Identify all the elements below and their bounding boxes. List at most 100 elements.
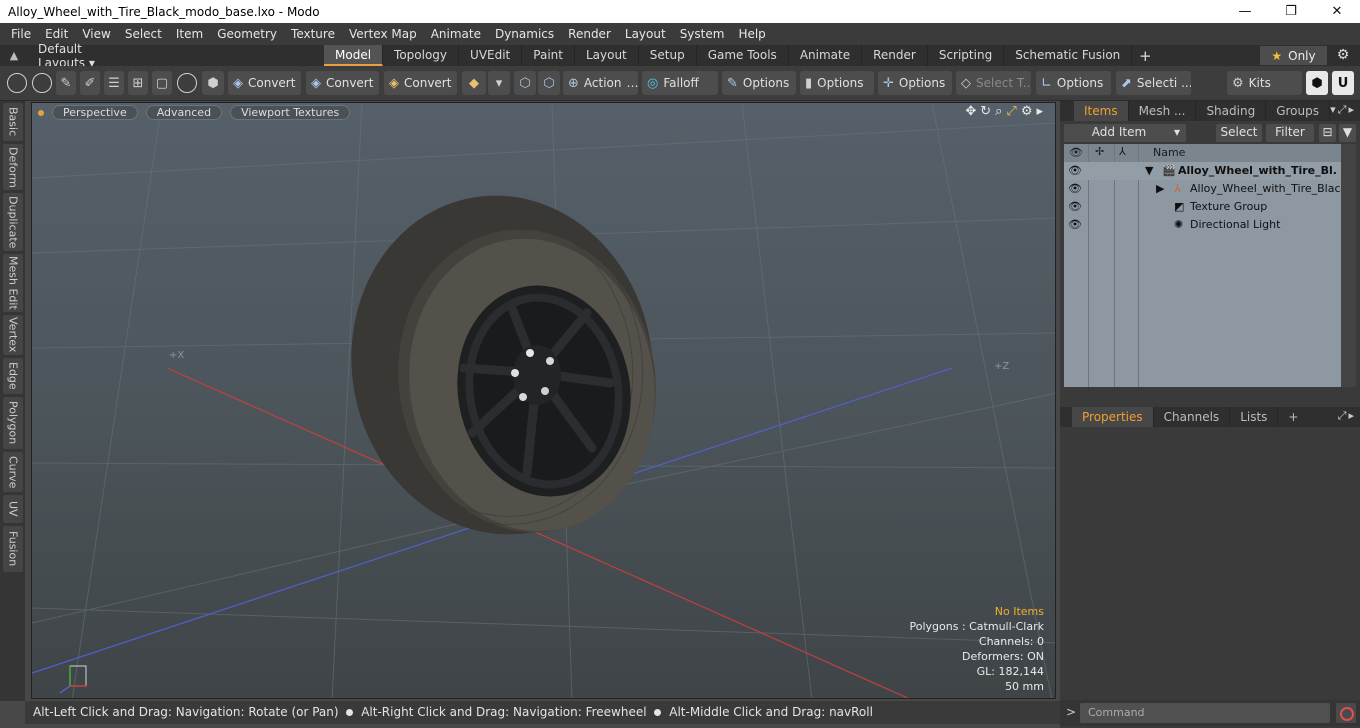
convert-button-2[interactable]: ◈ Convert bbox=[306, 71, 379, 95]
perspective-dropdown[interactable]: Perspective bbox=[52, 105, 138, 120]
menu-system[interactable]: System bbox=[673, 23, 732, 45]
tab-setup[interactable]: Setup bbox=[639, 45, 697, 66]
only-toggle[interactable]: ★ Only bbox=[1260, 46, 1327, 65]
items-scrollbar[interactable] bbox=[1341, 144, 1356, 387]
visibility-eye-icon[interactable]: 👁 bbox=[1068, 218, 1082, 231]
menu-dynamics[interactable]: Dynamics bbox=[488, 23, 561, 45]
viewport-menu-dot[interactable] bbox=[38, 109, 44, 116]
tab-deform[interactable]: Deform bbox=[3, 144, 23, 190]
viewport-gear-icon[interactable]: ⚙ bbox=[1021, 104, 1033, 119]
material-mode-icon[interactable] bbox=[177, 73, 197, 93]
menu-item[interactable]: Item bbox=[169, 23, 210, 45]
add-item-button[interactable]: Add Item ▾ bbox=[1064, 124, 1186, 142]
tab-fusion[interactable]: Fusion bbox=[3, 526, 23, 572]
visibility-eye-icon[interactable]: 👁 bbox=[1068, 200, 1082, 213]
item-row-scene[interactable]: 👁 ▼ 🎬 Alloy_Wheel_with_Tire_Bl... bbox=[1064, 162, 1341, 180]
tab-shading[interactable]: Shading bbox=[1196, 101, 1267, 121]
minimize-button[interactable]: — bbox=[1222, 0, 1268, 23]
tab-uvedit[interactable]: UVEdit bbox=[459, 45, 523, 66]
menu-help[interactable]: Help bbox=[731, 23, 772, 45]
rotate-icon[interactable]: ↻ bbox=[980, 104, 991, 119]
command-input[interactable]: Command bbox=[1080, 703, 1330, 723]
advanced-dropdown[interactable]: Advanced bbox=[145, 105, 223, 120]
kits-button[interactable]: ⚙ Kits bbox=[1227, 71, 1302, 95]
funnel-icon[interactable]: ▼ bbox=[1339, 124, 1356, 142]
globe-icon[interactable] bbox=[32, 73, 52, 93]
options-button-4[interactable]: ∟ Options bbox=[1036, 71, 1111, 95]
snapping-button[interactable]: ⬡ bbox=[538, 71, 560, 95]
mesh-type-dropdown[interactable]: ▾ bbox=[488, 71, 510, 95]
menu-vertex-map[interactable]: Vertex Map bbox=[342, 23, 424, 45]
tab-game-tools[interactable]: Game Tools bbox=[697, 45, 789, 66]
tab-duplicate[interactable]: Duplicate bbox=[3, 193, 23, 251]
brush-tool-button[interactable]: ✐ bbox=[80, 71, 100, 95]
pen-tool-button[interactable]: ✎ bbox=[56, 71, 76, 95]
tab-items[interactable]: Items bbox=[1074, 101, 1129, 121]
unreal-button[interactable]: U bbox=[1332, 71, 1354, 95]
zoom-icon[interactable]: ⌕ bbox=[995, 104, 1002, 119]
tab-groups[interactable]: Groups bbox=[1266, 101, 1330, 121]
tab-vertex[interactable]: Vertex bbox=[3, 315, 23, 355]
add-tab-button[interactable]: + bbox=[1132, 47, 1158, 65]
item-mode-button[interactable]: ▢ bbox=[152, 71, 172, 95]
tab-edge[interactable]: Edge bbox=[3, 358, 23, 394]
tab-topology[interactable]: Topology bbox=[383, 45, 460, 66]
tab-uv[interactable]: UV bbox=[3, 495, 23, 523]
panel-expand-icon[interactable]: ⤢▸ bbox=[1338, 409, 1356, 423]
vertex-mode-icon[interactable] bbox=[7, 73, 27, 93]
collapse-icon[interactable]: ⊟ bbox=[1319, 124, 1336, 142]
select-button[interactable]: Select bbox=[1216, 124, 1262, 142]
maximize-viewport-icon[interactable]: ⤢ bbox=[1006, 104, 1016, 119]
convert-button-3[interactable]: ◈ Convert bbox=[384, 71, 457, 95]
polygon-mode-button[interactable]: ⊞ bbox=[128, 71, 148, 95]
symmetry-button[interactable]: ⬡ bbox=[514, 71, 536, 95]
edges-mode-button[interactable]: ☰ bbox=[104, 71, 124, 95]
viewport-textures-dropdown[interactable]: Viewport Textures bbox=[230, 105, 351, 120]
layout-menu-icon[interactable]: ▲ bbox=[0, 49, 28, 62]
tab-mesh-edit[interactable]: Mesh Edit bbox=[3, 254, 23, 312]
tab-curve[interactable]: Curve bbox=[3, 452, 23, 492]
tab-basic[interactable]: Basic bbox=[3, 103, 23, 141]
options-button-1[interactable]: ✎ Options bbox=[722, 71, 796, 95]
tab-polygon[interactable]: Polygon bbox=[3, 397, 23, 449]
options-button-3[interactable]: ✛ Options bbox=[878, 71, 952, 95]
tab-render[interactable]: Render bbox=[862, 45, 928, 66]
tab-scripting[interactable]: Scripting bbox=[928, 45, 1005, 66]
tab-paint[interactable]: Paint bbox=[522, 45, 575, 66]
options-button-2[interactable]: ▮ Options bbox=[800, 71, 874, 95]
menu-texture[interactable]: Texture bbox=[284, 23, 342, 45]
tab-model[interactable]: Model bbox=[324, 45, 384, 66]
maximize-button[interactable]: ❐ bbox=[1268, 0, 1314, 23]
menu-layout[interactable]: Layout bbox=[618, 23, 673, 45]
tab-layout[interactable]: Layout bbox=[575, 45, 639, 66]
mesh-type-button[interactable]: ◆ bbox=[462, 71, 486, 95]
action-center-button[interactable]: ⊕ Action… bbox=[563, 71, 638, 95]
pan-icon[interactable]: ✥ bbox=[965, 104, 976, 119]
select-tool-button[interactable]: ◇ Select T... bbox=[956, 71, 1031, 95]
menu-animate[interactable]: Animate bbox=[424, 23, 488, 45]
item-row-directional-light[interactable]: 👁 ✺ Directional Light bbox=[1064, 216, 1341, 234]
unity-button[interactable]: ⬢ bbox=[1306, 71, 1328, 95]
3d-viewport[interactable]: +X +Z Perspective Advanced Viewport Text… bbox=[31, 102, 1056, 699]
add-panel-tab-button[interactable]: + bbox=[1278, 407, 1308, 427]
filter-button[interactable]: Filter bbox=[1266, 124, 1314, 142]
item-row-mesh[interactable]: 👁 ▶ ⅄ Alloy_Wheel_with_Tire_Blac ... bbox=[1064, 180, 1341, 198]
gear-icon[interactable]: ⚙ bbox=[1333, 45, 1353, 66]
panel-expand-icon[interactable]: ▾⤢▸ bbox=[1330, 103, 1356, 117]
close-button[interactable]: ✕ bbox=[1314, 0, 1360, 23]
tab-schematic-fusion[interactable]: Schematic Fusion bbox=[1004, 45, 1133, 66]
falloff-button[interactable]: ◎ Falloff bbox=[642, 71, 718, 95]
convert-button-1[interactable]: ◈ Convert bbox=[228, 71, 301, 95]
menu-geometry[interactable]: Geometry bbox=[210, 23, 284, 45]
tab-animate[interactable]: Animate bbox=[789, 45, 863, 66]
visibility-eye-icon[interactable]: 👁 bbox=[1068, 164, 1082, 177]
record-macro-button[interactable] bbox=[1336, 703, 1356, 723]
tab-mesh[interactable]: Mesh ... bbox=[1129, 101, 1197, 121]
expand-arrow-icon[interactable]: ▶ bbox=[1156, 182, 1164, 195]
tab-properties[interactable]: Properties bbox=[1072, 407, 1154, 427]
tab-channels[interactable]: Channels bbox=[1154, 407, 1231, 427]
menu-render[interactable]: Render bbox=[561, 23, 618, 45]
viewport-menu-arrow-icon[interactable]: ▸ bbox=[1036, 104, 1043, 119]
expand-arrow-icon[interactable]: ▼ bbox=[1145, 164, 1153, 177]
visibility-eye-icon[interactable]: 👁 bbox=[1068, 182, 1082, 195]
